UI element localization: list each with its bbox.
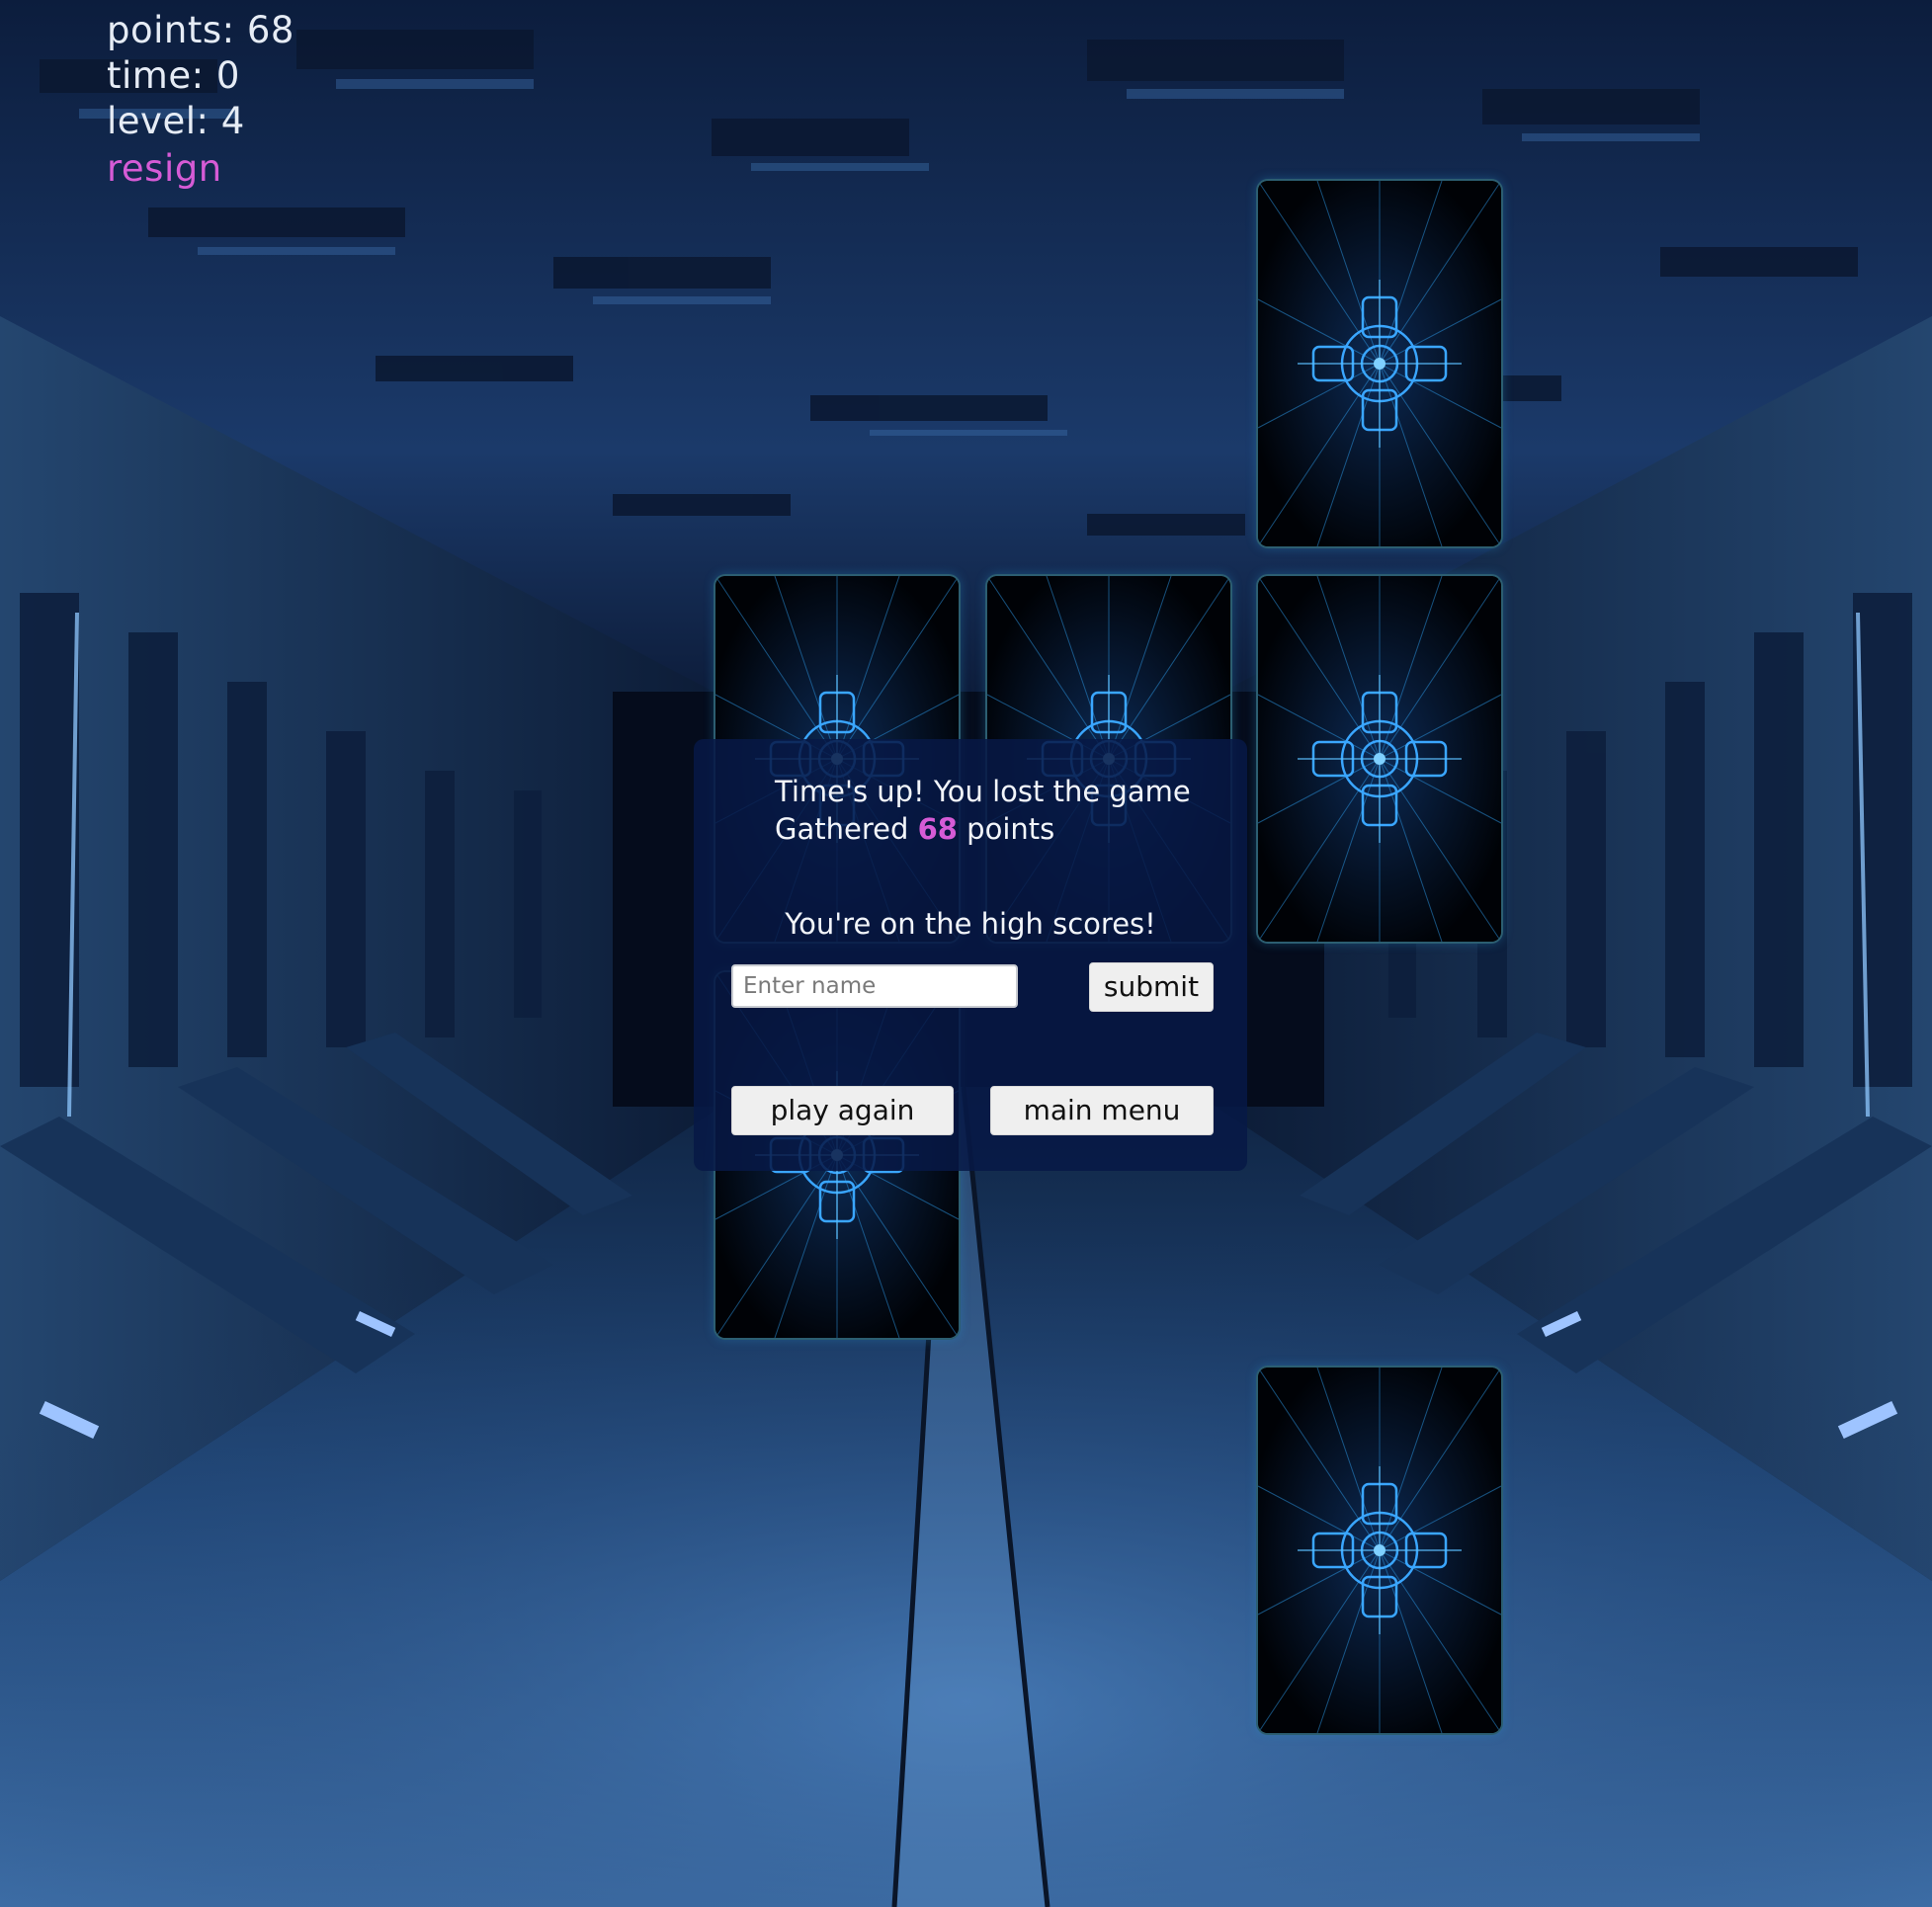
points-counter: points: 68	[107, 9, 294, 51]
submit-button[interactable]: submit	[1089, 962, 1214, 1012]
game-over-title: Time's up! You lost the game	[775, 775, 1191, 808]
resign-link[interactable]: resign	[107, 146, 294, 192]
game-hud: points: 68 time: 0 level: 4 resign	[107, 8, 294, 192]
gathered-points-value: 68	[917, 812, 958, 846]
gathered-points-line: Gathered 68 points	[775, 810, 1191, 848]
gathered-suffix: points	[966, 812, 1055, 846]
level-indicator: level: 4	[107, 100, 245, 142]
name-input[interactable]	[731, 964, 1018, 1008]
main-menu-button[interactable]: main menu	[990, 1086, 1214, 1135]
time-counter: time: 0	[107, 54, 240, 97]
high-scores-notice: You're on the high scores!	[785, 907, 1156, 941]
card-back-pattern-icon	[1258, 576, 1501, 942]
card-back-pattern-icon	[1258, 1368, 1501, 1733]
play-again-button[interactable]: play again	[731, 1086, 954, 1135]
card-back-4[interactable]	[1256, 574, 1503, 944]
card-back-1[interactable]	[1256, 179, 1503, 548]
card-back-pattern-icon	[1258, 181, 1501, 546]
gathered-prefix: Gathered	[775, 812, 909, 846]
card-back-6[interactable]	[1256, 1366, 1503, 1735]
game-over-dialog: Time's up! You lost the game Gathered 68…	[694, 739, 1247, 1171]
game-over-message: Time's up! You lost the game Gathered 68…	[775, 773, 1191, 848]
